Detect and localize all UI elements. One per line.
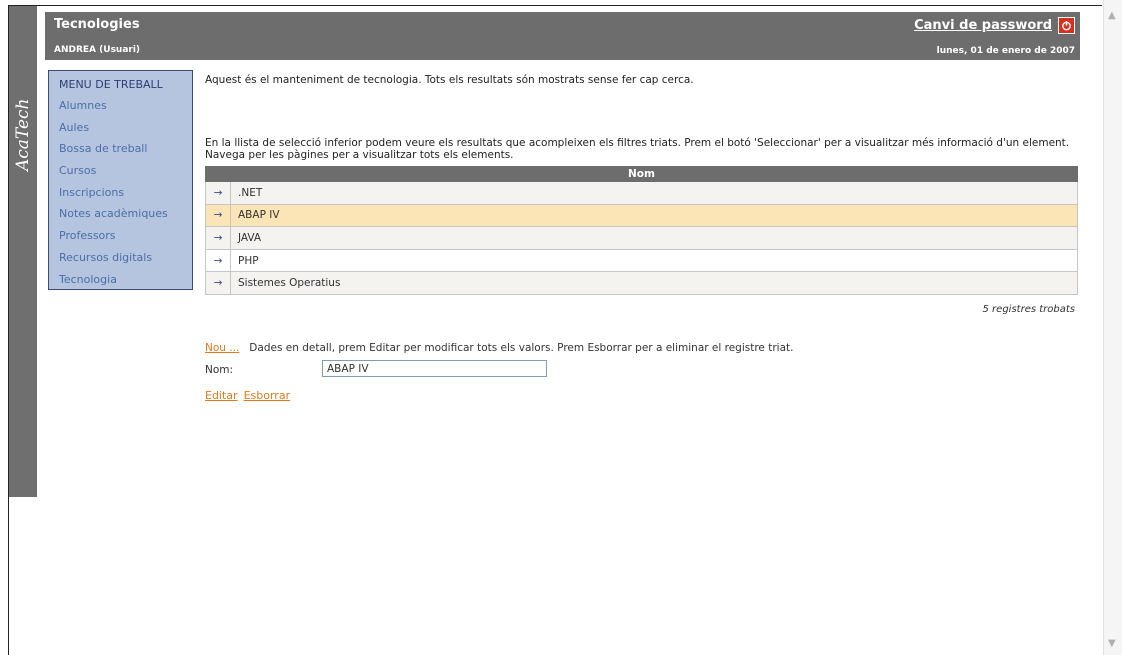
table-row: → PHP xyxy=(205,248,1078,273)
description-text: En la llista de selecció inferior podem … xyxy=(205,137,1070,161)
svg-text:AcaTech: AcaTech xyxy=(14,99,33,173)
menu-item-inscripcions[interactable]: Inscripcions xyxy=(59,182,192,204)
table-row: → .NET xyxy=(205,181,1078,205)
menu-item-notes-academiques[interactable]: Notes acadèmiques xyxy=(59,203,192,225)
table-row-selected: → ABAP IV xyxy=(205,203,1078,228)
table-row: → Sistemes Operatius xyxy=(205,271,1078,295)
row-name: Sistemes Operatius xyxy=(230,271,1078,295)
nom-label: Nom: xyxy=(205,364,234,376)
intro-text: Aquest és el manteniment de tecnologia. … xyxy=(205,74,694,86)
menu-item-cursos[interactable]: Cursos xyxy=(59,160,192,182)
menu-item-recursos-digitals[interactable]: Recursos digitals xyxy=(59,247,192,269)
row-name: ABAP IV xyxy=(230,203,1078,228)
scroll-down-icon[interactable]: ▼ xyxy=(1108,638,1116,649)
menu-item-bossa-de-treball[interactable]: Bossa de treball xyxy=(59,138,192,160)
results-table: Nom → .NET → ABAP IV → JAVA → PHP → Sist… xyxy=(205,166,1078,295)
new-record-link[interactable]: Nou ... xyxy=(205,342,239,354)
row-name: .NET xyxy=(230,181,1078,205)
delete-link[interactable]: Esborrar xyxy=(244,389,291,402)
detail-actions: Editar Esborrar xyxy=(205,389,296,402)
menu-item-professors[interactable]: Professors xyxy=(59,225,192,247)
power-icon[interactable] xyxy=(1058,17,1075,34)
vertical-scrollbar[interactable]: ▲ ▼ xyxy=(1103,0,1122,655)
nom-field[interactable] xyxy=(322,360,547,377)
select-arrow-icon[interactable]: → xyxy=(205,248,231,273)
table-row: → JAVA xyxy=(205,226,1078,250)
page-title: Tecnologies xyxy=(54,17,140,32)
edit-link[interactable]: Editar xyxy=(205,389,238,402)
menu-item-aules[interactable]: Aules xyxy=(59,117,192,139)
row-name: JAVA xyxy=(230,226,1078,250)
detail-header: Nou ... Dades en detall, prem Editar per … xyxy=(205,342,793,354)
user-label: ANDREA (Usuari) xyxy=(54,45,141,55)
select-arrow-icon[interactable]: → xyxy=(205,226,231,250)
brand-logo: AcaTech xyxy=(14,75,34,175)
menu-title: MENU DE TREBALL xyxy=(59,78,163,91)
menu-item-tecnologia[interactable]: Tecnologia xyxy=(59,269,192,291)
row-name: PHP xyxy=(230,248,1078,273)
work-menu: MENU DE TREBALL Alumnes Aules Bossa de t… xyxy=(48,70,193,290)
select-arrow-icon[interactable]: → xyxy=(205,181,231,205)
select-arrow-icon[interactable]: → xyxy=(205,203,231,228)
detail-info: Dades en detall, prem Editar per modific… xyxy=(249,342,794,354)
select-arrow-icon[interactable]: → xyxy=(205,271,231,295)
column-header-nom: Nom xyxy=(205,166,1078,182)
scroll-up-icon[interactable]: ▲ xyxy=(1108,10,1116,21)
record-count: 5 registres trobats xyxy=(982,304,1075,315)
header-bar: Tecnologies ANDREA (Usuari) Canvi de pas… xyxy=(45,12,1080,60)
change-password-link[interactable]: Canvi de password xyxy=(914,18,1052,33)
menu-item-alumnes[interactable]: Alumnes xyxy=(59,95,192,117)
current-date: lunes, 01 de enero de 2007 xyxy=(936,46,1075,56)
